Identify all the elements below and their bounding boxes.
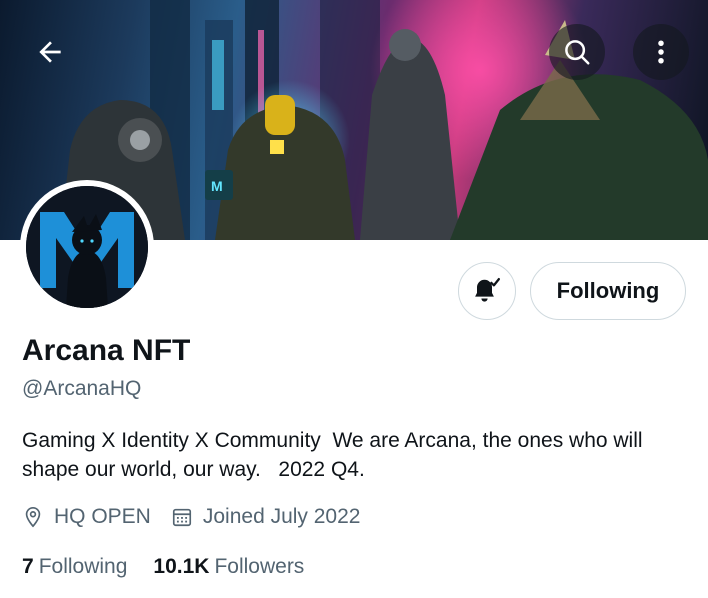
following-button[interactable]: Following — [530, 262, 686, 320]
avatar-image — [26, 186, 148, 308]
followers-count: 10.1K — [153, 555, 210, 578]
profile-handle: @ArcanaHQ — [22, 377, 142, 400]
profile-name: Arcana NFT — [22, 334, 191, 367]
arrow-left-icon — [39, 41, 61, 63]
profile-meta: HQ OPEN Joined July 2022 — [22, 505, 380, 529]
more-vertical-icon — [658, 40, 664, 64]
joined-item: Joined July 2022 — [171, 505, 361, 529]
following-count: 7 — [22, 555, 34, 578]
following-label: Following — [38, 555, 128, 578]
joined-text: Joined July 2022 — [202, 505, 361, 528]
arcana-logo-avatar — [26, 186, 148, 308]
search-icon — [565, 40, 590, 65]
profile-avatar[interactable] — [20, 180, 154, 314]
calendar-icon — [172, 508, 191, 527]
more-options-button[interactable] — [633, 24, 689, 80]
following-stat-link[interactable]: 7 Following — [22, 555, 127, 579]
bell-check-icon — [475, 278, 500, 302]
profile-bio: Gaming X Identity X Community We are Arc… — [22, 429, 649, 481]
profile-stats: 7 Following 10.1K Followers — [22, 555, 330, 579]
svg-text:M: M — [211, 178, 223, 194]
search-button[interactable] — [549, 24, 605, 80]
notifications-toggle-button[interactable] — [458, 262, 516, 320]
followers-stat-link[interactable]: 10.1K Followers — [153, 555, 304, 579]
location-item: HQ OPEN — [22, 505, 151, 529]
location-pin-icon — [25, 507, 41, 528]
back-button[interactable] — [22, 24, 78, 80]
followers-label: Followers — [214, 555, 305, 578]
location-text: HQ OPEN — [54, 505, 151, 528]
